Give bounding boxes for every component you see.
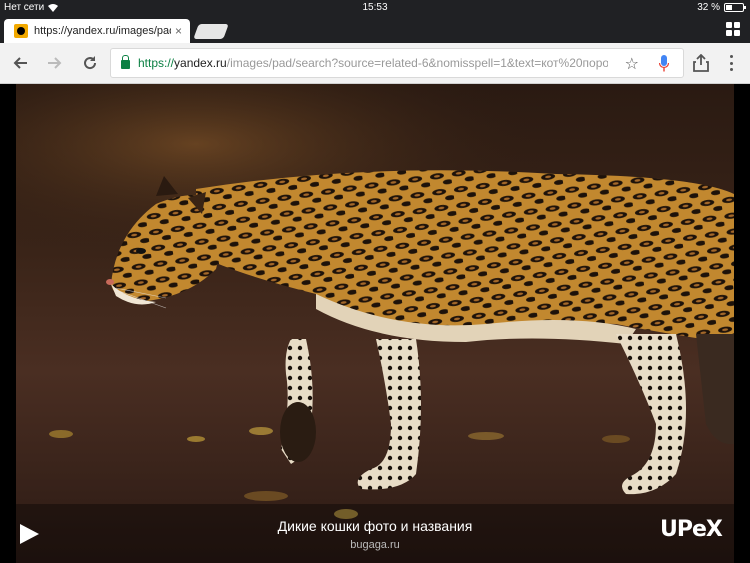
active-tab[interactable]: https://yandex.ru/images/pad × <box>4 19 190 43</box>
reload-icon <box>84 56 97 70</box>
upex-logo: UPeX <box>660 517 723 542</box>
ocelot-photo[interactable] <box>16 84 734 563</box>
kebab-menu-icon[interactable] <box>728 55 734 71</box>
forward-button[interactable] <box>45 53 65 73</box>
image-viewer: Дикие кошки фото и названия bugaga.ru UP… <box>0 84 750 563</box>
back-button[interactable] <box>10 53 30 73</box>
tab-switcher-icon[interactable] <box>726 22 740 36</box>
microphone-icon[interactable] <box>659 55 669 73</box>
new-tab-button[interactable] <box>193 24 229 39</box>
image-caption[interactable]: Дикие кошки фото и названия <box>0 518 750 534</box>
forward-arrow-icon <box>48 57 62 69</box>
reload-button[interactable] <box>80 53 100 73</box>
battery-percent: 32 % <box>697 2 720 13</box>
tab-title: https://yandex.ru/images/pad <box>34 25 171 37</box>
share-icon[interactable] <box>693 54 709 72</box>
tab-strip: https://yandex.ru/images/pad × <box>0 17 750 43</box>
bookmark-star-icon[interactable]: ☆ <box>625 54 639 74</box>
tab-close-icon[interactable]: × <box>175 24 182 38</box>
clock: 15:53 <box>362 2 388 13</box>
lock-icon <box>121 55 130 69</box>
back-arrow-icon <box>13 57 27 69</box>
url-scheme: https:// <box>138 56 175 70</box>
battery-icon <box>724 3 746 12</box>
address-bar[interactable]: https://yandex.ru/images/pad/search?sour… <box>110 48 684 78</box>
url-path: /images/pad/search?source=related-6&nomi… <box>226 56 608 70</box>
photo-illustration <box>16 84 734 563</box>
url-text[interactable]: https://yandex.ru/images/pad/search?sour… <box>138 56 608 70</box>
image-source[interactable]: bugaga.ru <box>0 539 750 551</box>
status-bar: Нет сети 15:53 32 % <box>0 0 750 17</box>
battery-fill <box>726 5 732 10</box>
url-host: yandex.ru <box>174 56 227 70</box>
browser-toolbar: https://yandex.ru/images/pad/search?sour… <box>0 43 750 84</box>
yandex-favicon-icon <box>14 24 28 38</box>
